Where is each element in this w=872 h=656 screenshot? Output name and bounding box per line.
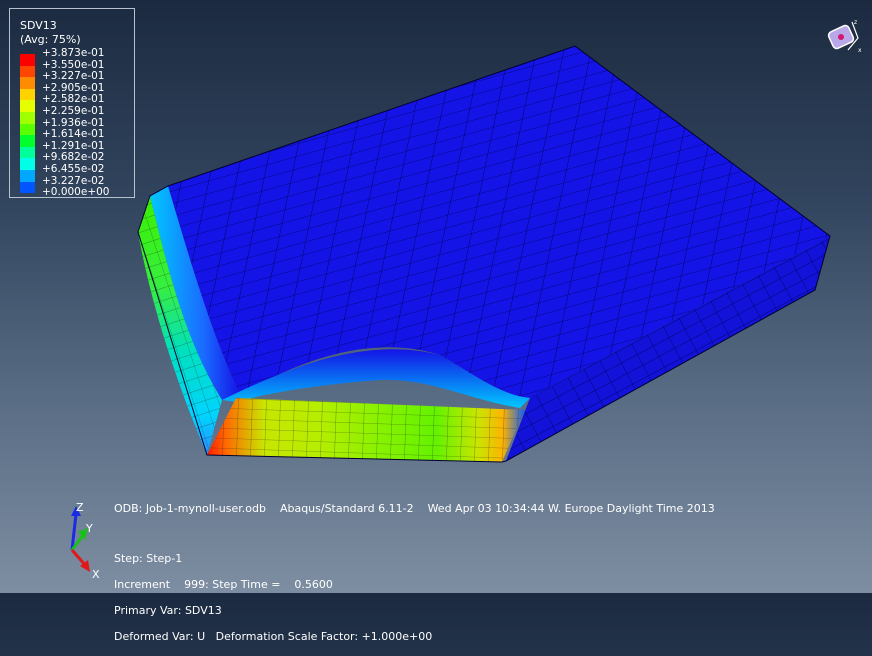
axis-x-label: X xyxy=(92,568,100,581)
deformed-var-info: Deformed Var: U Deformation Scale Factor… xyxy=(114,630,433,643)
svg-text:x: x xyxy=(858,47,862,54)
view-orientation-icon[interactable]: z x xyxy=(824,18,866,58)
primary-var-info: Primary Var: SDV13 xyxy=(114,604,222,617)
step-info: Step: Step-1 xyxy=(114,552,183,565)
axis-triad: Z Y X xyxy=(70,501,100,581)
job-info-block: ODB: Job-1-mynoll-user.odb Abaqus/Standa… xyxy=(114,489,715,656)
axis-y-label: Y xyxy=(85,522,93,535)
odb-info-line: ODB: Job-1-mynoll-user.odb Abaqus/Standa… xyxy=(114,502,715,515)
svg-text:z: z xyxy=(854,19,857,26)
axis-z-label: Z xyxy=(76,501,84,514)
increment-info: Increment 999: Step Time = 0.5600 xyxy=(114,578,333,591)
